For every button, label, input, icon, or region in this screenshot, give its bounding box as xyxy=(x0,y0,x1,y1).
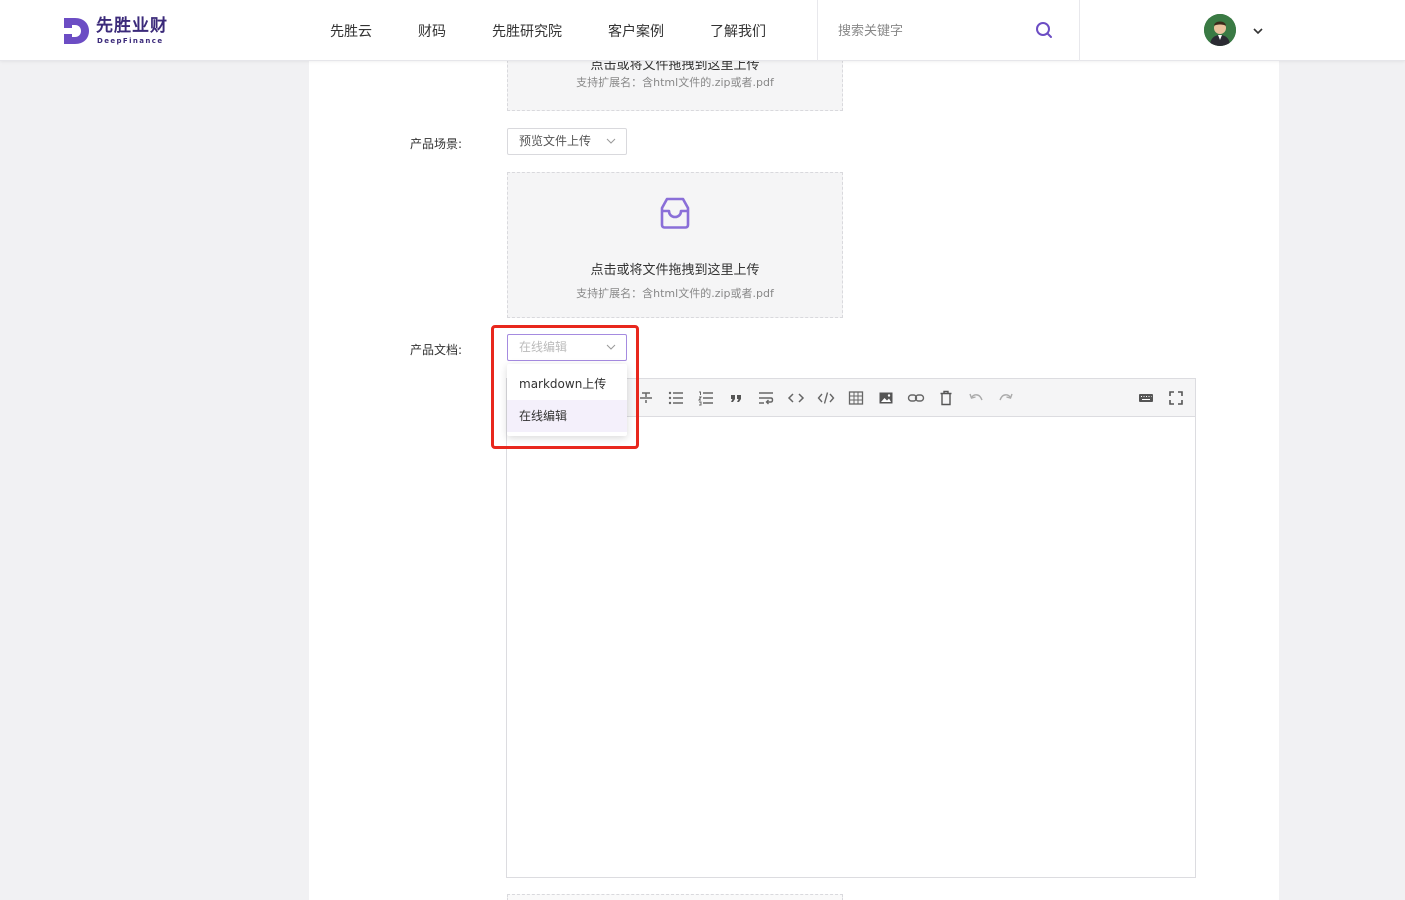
nav-item-cases[interactable]: 客户案例 xyxy=(608,21,664,41)
strikethrough-icon[interactable] xyxy=(637,389,655,407)
form-panel: 点击或将文件拖拽到这里上传 支持扩展名：含html文件的.zip或者.pdf 产… xyxy=(309,55,1279,900)
brand-sub: DeepFinance xyxy=(97,37,164,45)
code-inline-icon[interactable] xyxy=(787,389,805,407)
chevron-down-icon xyxy=(606,138,616,144)
logo-mark-icon xyxy=(64,18,89,44)
main-nav: 先胜云 财码 先胜研究院 客户案例 了解我们 xyxy=(330,0,812,61)
user-avatar[interactable] xyxy=(1204,14,1236,46)
bullet-list-icon[interactable] xyxy=(667,389,685,407)
top-header: 先胜业财 DeepFinance 先胜云 财码 先胜研究院 客户案例 了解我们 xyxy=(0,0,1405,61)
doc-label: 产品文档: xyxy=(410,343,463,357)
chevron-down-icon[interactable] xyxy=(1251,24,1265,38)
quote-icon[interactable] xyxy=(727,389,745,407)
nav-item-xianshengyun[interactable]: 先胜云 xyxy=(330,21,372,41)
table-icon[interactable] xyxy=(847,389,865,407)
upload-dragger-top[interactable]: 点击或将文件拖拽到这里上传 支持扩展名：含html文件的.zip或者.pdf xyxy=(507,55,843,111)
dropdown-option-markdown[interactable]: markdown上传 xyxy=(507,368,627,400)
upload-dragger-scene[interactable]: 点击或将文件拖拽到这里上传 支持扩展名：含html文件的.zip或者.pdf xyxy=(507,172,843,318)
doc-select-dropdown: markdown上传 在线编辑 xyxy=(507,364,627,436)
ordered-list-icon[interactable] xyxy=(697,389,715,407)
nav-item-about[interactable]: 了解我们 xyxy=(710,21,766,41)
undo-icon[interactable] xyxy=(967,389,985,407)
brand-name: 先胜业财 xyxy=(96,16,168,36)
scene-label: 产品场景: xyxy=(410,137,463,151)
upload-hint: 支持扩展名：含html文件的.zip或者.pdf xyxy=(576,287,774,300)
inbox-icon xyxy=(660,197,690,229)
dropdown-option-online-edit[interactable]: 在线编辑 xyxy=(507,400,627,432)
scene-select[interactable]: 预览文件上传 xyxy=(507,128,627,155)
brand-logo[interactable]: 先胜业财 DeepFinance xyxy=(62,16,182,48)
fullscreen-icon[interactable] xyxy=(1167,389,1185,407)
upload-dragger-bottom[interactable] xyxy=(507,894,843,900)
delete-icon[interactable] xyxy=(937,389,955,407)
header-divider xyxy=(1079,0,1080,61)
nav-item-caima[interactable]: 财码 xyxy=(418,21,446,41)
search-icon[interactable] xyxy=(1033,19,1055,41)
scene-select-value: 预览文件上传 xyxy=(519,134,592,148)
code-block-icon[interactable] xyxy=(817,389,835,407)
image-icon[interactable] xyxy=(877,389,895,407)
keyboard-icon[interactable] xyxy=(1137,389,1155,407)
wrap-icon[interactable] xyxy=(757,389,775,407)
link-icon[interactable] xyxy=(907,389,925,407)
upload-title: 点击或将文件拖拽到这里上传 xyxy=(590,263,760,278)
markdown-editor[interactable] xyxy=(506,378,1196,878)
nav-item-research[interactable]: 先胜研究院 xyxy=(492,21,562,41)
redo-icon[interactable] xyxy=(997,389,1015,407)
search-input[interactable] xyxy=(838,20,1018,42)
upload-hint: 支持扩展名：含html文件的.zip或者.pdf xyxy=(576,76,774,89)
header-divider xyxy=(817,0,818,61)
